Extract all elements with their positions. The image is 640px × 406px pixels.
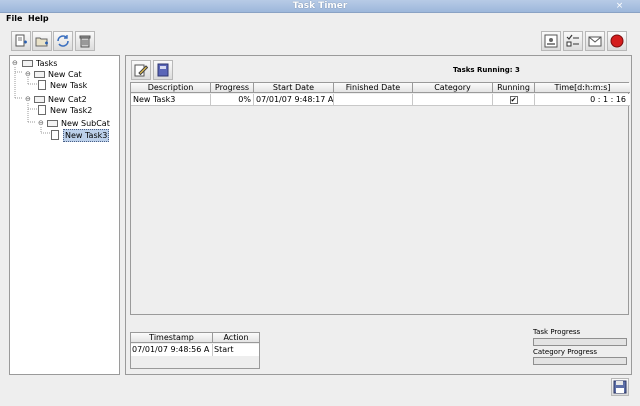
task-tree[interactable]: ⊖ Tasks ⊖ New Cat New Task ⊖ New Cat2 Ne…	[9, 55, 120, 375]
folder-icon	[22, 60, 33, 67]
save-button[interactable]	[611, 378, 629, 396]
title-bar: Task Timer ×	[0, 0, 640, 13]
delete-button[interactable]	[75, 31, 95, 51]
new-task-icon	[15, 34, 27, 47]
category-progress-label: Category Progress	[533, 348, 598, 356]
column-header-category[interactable]: Category	[413, 83, 493, 93]
column-header-progress[interactable]: Progress	[211, 83, 254, 93]
column-header-time[interactable]: Time[d:h:m:s]	[535, 83, 630, 93]
column-header-running[interactable]: Running	[493, 83, 535, 93]
category-progress-bar	[533, 357, 627, 365]
new-category-button[interactable]	[32, 31, 52, 51]
menu-file[interactable]: File	[6, 14, 22, 23]
stop-icon	[610, 34, 624, 48]
tasks-table[interactable]: Description Progress Start Date Finished…	[130, 82, 630, 315]
edit-task-button[interactable]	[131, 60, 151, 80]
refresh-button[interactable]	[53, 31, 73, 51]
report-button[interactable]	[541, 31, 561, 51]
cell-progress: 0%	[211, 94, 254, 106]
column-header-start-date[interactable]: Start Date	[254, 83, 334, 93]
cell-description: New Task3	[131, 94, 211, 106]
floppy-disk-icon	[613, 380, 627, 394]
cell-start-date: 07/01/07 9:48:17 A	[256, 94, 334, 106]
notebook-icon	[157, 63, 169, 77]
collapse-icon[interactable]: ⊖	[25, 69, 31, 80]
menu-help[interactable]: Help	[28, 14, 49, 23]
mail-icon	[588, 36, 602, 47]
cell-category	[413, 94, 493, 106]
menu-bar: File Help	[0, 13, 640, 26]
document-icon	[38, 105, 46, 115]
document-icon	[51, 130, 59, 140]
folder-icon	[34, 71, 45, 78]
new-task-button[interactable]	[11, 31, 31, 51]
close-icon[interactable]: ×	[615, 2, 624, 11]
window-title: Task Timer	[292, 1, 348, 11]
collapse-icon[interactable]: ⊖	[25, 94, 31, 105]
column-header-description[interactable]: Description	[131, 83, 211, 93]
checklist-button[interactable]	[563, 31, 583, 51]
toolbar	[0, 27, 640, 54]
cell-timestamp: 07/01/07 9:48:56 A	[131, 344, 213, 356]
column-header-finished-date[interactable]: Finished Date	[334, 83, 413, 93]
task-progress-bar	[533, 338, 627, 346]
tasks-running-indicator: Tasks Running: 3	[453, 66, 520, 74]
checklist-icon	[566, 34, 579, 47]
cell-finished-date	[334, 94, 413, 106]
mail-button[interactable]	[585, 31, 605, 51]
folder-icon	[34, 96, 45, 103]
cell-time: 0 : 1 : 16	[590, 95, 626, 104]
column-header-action[interactable]: Action	[213, 333, 259, 343]
document-icon	[38, 80, 46, 90]
trash-icon	[79, 35, 91, 48]
column-header-timestamp[interactable]: Timestamp	[131, 333, 213, 343]
action-log-table[interactable]: Timestamp Action 07/01/07 9:48:56 A Star…	[130, 332, 260, 369]
cell-running: ✔	[493, 94, 535, 106]
tasks-running-count: 3	[515, 66, 520, 74]
refresh-icon	[57, 35, 69, 47]
collapse-icon[interactable]: ⊖	[12, 58, 18, 69]
folder-icon	[47, 120, 58, 127]
report-icon	[544, 34, 558, 48]
stop-button[interactable]	[607, 31, 627, 51]
running-checkbox[interactable]: ✔	[509, 95, 518, 104]
cell-action: Start	[214, 345, 234, 354]
new-category-icon	[35, 37, 48, 47]
notes-button[interactable]	[153, 60, 173, 80]
collapse-icon[interactable]: ⊖	[38, 118, 44, 129]
task-progress-label: Task Progress	[533, 328, 581, 336]
edit-icon	[134, 64, 148, 77]
